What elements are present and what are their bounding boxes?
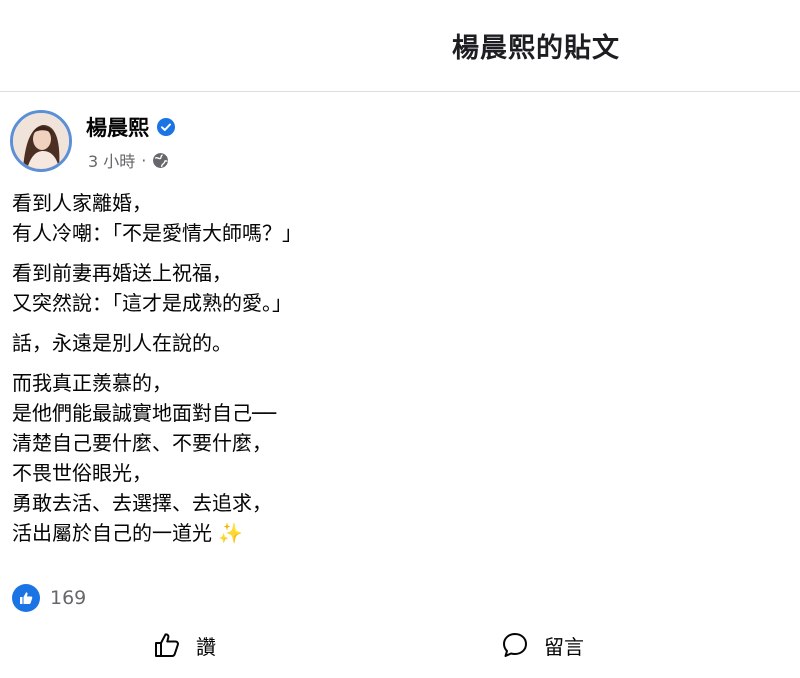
post-line: 看到人家離婚， — [12, 191, 152, 215]
paragraph-2: 看到前妻再婚送上祝福， 又突然說：「這才是成熟的愛。」 — [12, 258, 712, 318]
post-line: 是他們能最誠實地面對自己── — [12, 401, 277, 425]
globe-icon[interactable] — [152, 152, 169, 169]
post-line: 而我真正羨慕的， — [12, 371, 172, 395]
avatar-image — [13, 113, 69, 169]
top-bar: 楊晨熙的貼文 — [0, 0, 800, 92]
comment-bubble-icon — [503, 633, 527, 657]
sparkles-emoji: ✨ — [218, 521, 243, 545]
like-button[interactable]: 讚 — [152, 630, 216, 660]
meta-separator: · — [141, 150, 147, 170]
comment-button-label: 留言 — [544, 634, 584, 659]
like-count: 169 — [50, 587, 87, 609]
verified-badge-icon — [157, 118, 175, 136]
post-line: 看到前妻再婚送上祝福， — [12, 261, 232, 285]
author-name[interactable]: 楊晨熙 — [86, 112, 149, 142]
post-timestamp[interactable]: 3 小時 — [88, 148, 135, 172]
post-line: 勇敢去活、去選擇、去追求， — [12, 491, 272, 515]
post-last-line: 活出屬於自己的一道光 ✨ — [12, 518, 712, 548]
post-meta: 3 小時 · — [88, 148, 169, 172]
paragraph-3: 話，永遠是別人在說的。 — [12, 328, 712, 358]
like-reaction-icon — [12, 584, 40, 612]
reaction-summary[interactable]: 169 — [12, 584, 86, 612]
comment-button[interactable]: 留言 — [500, 630, 584, 660]
like-button-label: 讚 — [196, 634, 216, 659]
thumbs-up-icon — [155, 633, 179, 657]
post-line: 不畏世俗眼光， — [12, 461, 152, 485]
paragraph-4: 而我真正羨慕的， 是他們能最誠實地面對自己── 清楚自己要什麼、不要什麼， 不畏… — [12, 368, 712, 548]
action-bar: 讚 留言 — [0, 620, 800, 678]
post-body: 看到人家離婚， 有人冷嘲：「不是愛情大師嗎？」 看到前妻再婚送上祝福， 又突然說… — [12, 188, 712, 558]
page-title: 楊晨熙的貼文 — [452, 33, 620, 64]
post-line: 話，永遠是別人在說的。 — [12, 331, 232, 355]
post-line: 清楚自己要什麼、不要什麼， — [12, 431, 272, 455]
avatar[interactable] — [10, 110, 72, 172]
post-header: 楊晨熙 3 小時 · — [10, 108, 610, 178]
post-line: 有人冷嘲：「不是愛情大師嗎？」 — [12, 221, 302, 245]
paragraph-1: 看到人家離婚， 有人冷嘲：「不是愛情大師嗎？」 — [12, 188, 712, 248]
author-name-row: 楊晨熙 — [86, 112, 175, 142]
post-line-text: 活出屬於自己的一道光 — [12, 521, 212, 545]
post-page: 楊晨熙的貼文 楊晨熙 3 小時 · 看到人家離婚， 有人冷嘲：「不是愛情大師嗎？… — [0, 0, 800, 678]
post-line: 又突然說：「這才是成熟的愛。」 — [12, 291, 292, 315]
